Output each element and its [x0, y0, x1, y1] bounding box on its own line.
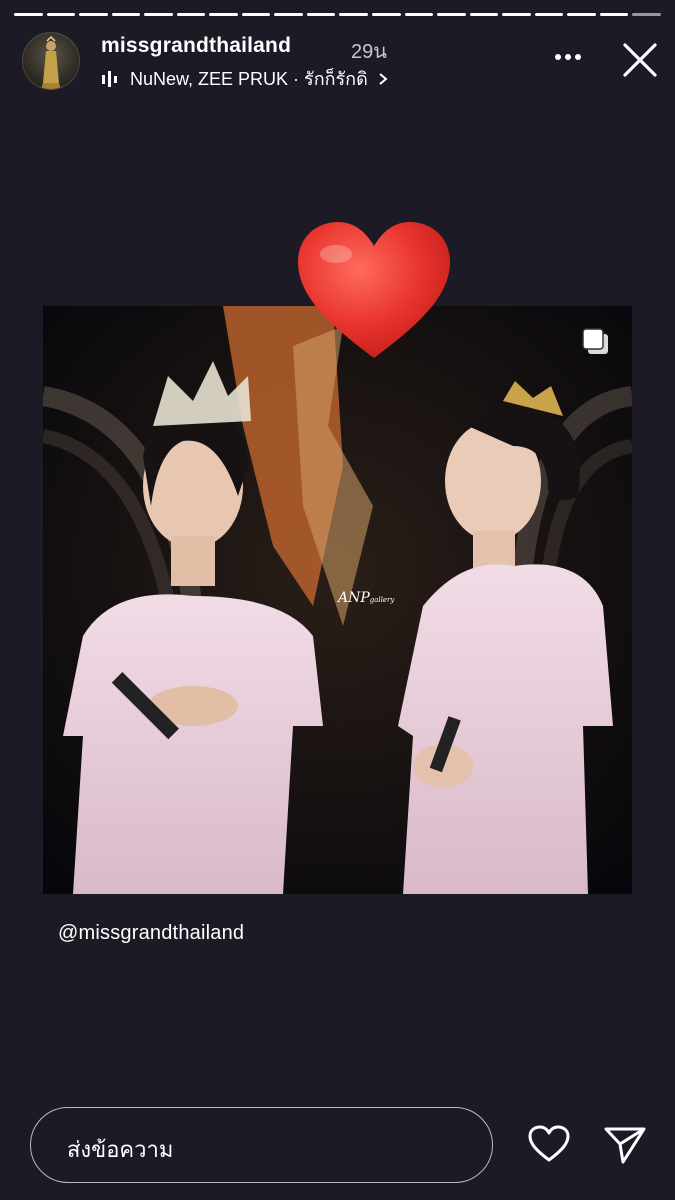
music-bars-icon	[102, 70, 117, 87]
watermark-sub: gallery	[369, 596, 395, 604]
story-progress-bar	[14, 13, 661, 17]
progress-segment	[46, 13, 76, 16]
reply-input[interactable]: ส่งข้อความ	[30, 1107, 493, 1183]
heart-sticker[interactable]	[294, 218, 454, 364]
progress-segment	[176, 13, 206, 16]
carousel-icon	[582, 328, 608, 354]
progress-segment	[469, 13, 499, 16]
progress-segment	[241, 13, 271, 16]
progress-segment	[534, 13, 564, 16]
progress-segment	[502, 13, 531, 16]
heart-outline-icon[interactable]	[527, 1124, 571, 1164]
progress-segment	[274, 13, 303, 16]
progress-segment	[79, 13, 108, 16]
reply-placeholder: ส่งข้อความ	[67, 1137, 174, 1162]
post-time: 29น	[351, 41, 387, 63]
story-photo: ANPgallery	[43, 306, 632, 894]
chevron-right-icon	[379, 72, 388, 85]
progress-segment	[339, 13, 369, 16]
progress-segment	[144, 13, 173, 16]
close-icon[interactable]	[622, 42, 658, 78]
progress-segment	[404, 13, 434, 16]
progress-segment	[372, 13, 401, 16]
username[interactable]: missgrandthailand	[101, 34, 291, 58]
progress-segment	[599, 13, 629, 16]
avatar-image	[41, 35, 61, 89]
progress-segment	[14, 13, 43, 16]
progress-segment	[567, 13, 596, 16]
progress-segment	[306, 13, 336, 16]
watermark: ANPgallery	[338, 590, 394, 606]
progress-segment	[209, 13, 238, 16]
send-icon[interactable]	[603, 1125, 647, 1165]
progress-segment	[111, 13, 141, 16]
progress-segment	[437, 13, 466, 16]
story-header: missgrandthailand 29น NuNew, ZEE PRUK · …	[22, 32, 661, 92]
profile-avatar[interactable]	[22, 32, 80, 90]
music-text: NuNew, ZEE PRUK · รักก็รักดิ	[130, 69, 368, 89]
watermark-text: ANP	[338, 590, 370, 606]
music-attribution[interactable]: NuNew, ZEE PRUK · รักก็รักดิ	[101, 64, 399, 93]
mention-tag[interactable]: @missgrandthailand	[58, 922, 244, 945]
more-horizontal-icon[interactable]	[553, 50, 583, 64]
progress-segment	[632, 13, 661, 16]
